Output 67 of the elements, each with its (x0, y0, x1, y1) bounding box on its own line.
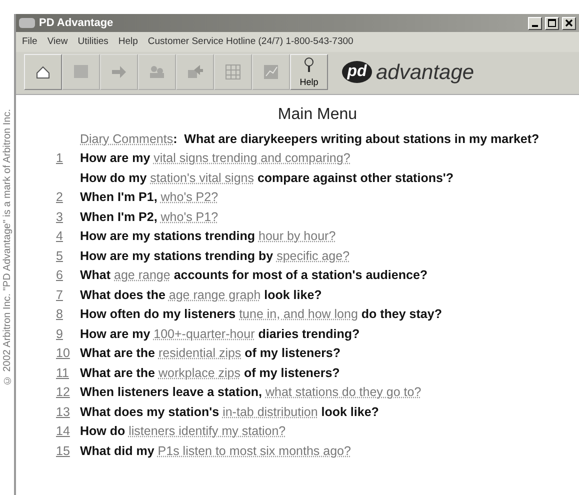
app-icon (19, 18, 35, 28)
question-link[interactable]: age range graph (168, 288, 261, 302)
item-number[interactable]: 7 (56, 286, 80, 304)
menu-heading: Main Menu (276, 105, 358, 126)
menu-question: How are my vital signs trending and comparing? (80, 150, 350, 168)
toolbar-button[interactable]: Help (290, 54, 328, 90)
question-link[interactable]: tune in, and how long (239, 307, 358, 322)
question-link[interactable]: age range (114, 268, 170, 282)
menu-question: What age range accounts for most of a station's audience? (80, 267, 428, 284)
item-number[interactable]: 3 (56, 208, 80, 226)
toolbar-button[interactable] (24, 54, 62, 90)
menu-question: What are the workplace zips of my listeners? (80, 364, 340, 382)
item-number[interactable]: 10 (56, 344, 80, 363)
question-link[interactable]: in-tab distribution (222, 404, 318, 419)
item-number[interactable]: 4 (56, 227, 80, 246)
question-link[interactable]: station's vital signs (150, 170, 254, 185)
menu-question: How do my station's vital signs compare against other stations'? (80, 170, 454, 187)
item-number[interactable]: 15 (56, 442, 80, 460)
menu-question: What does the age range graph look like? (80, 286, 322, 304)
question-link[interactable]: Diary Comments (80, 132, 174, 146)
question-link[interactable]: listeners identify my station? (128, 424, 286, 438)
menu-question: Diary Comments: What are diarykeepers writing about stations in my market? (80, 130, 540, 148)
menu-question: What did my P1s listen to most six months ago? (80, 442, 351, 460)
item-number[interactable]: 8 (56, 305, 80, 324)
question-link[interactable]: workplace zips (158, 366, 240, 380)
brand-logo: pd advantage (342, 56, 474, 88)
menu-item[interactable]: Help (118, 35, 138, 50)
close-button[interactable] (562, 16, 576, 30)
menu-question: What does my station's in-tab distribution look like? (80, 404, 379, 421)
menu-item[interactable]: File (22, 35, 38, 50)
menu-item[interactable]: Customer Service Hotline (24/7) 1-800-543-7300 (148, 35, 354, 50)
menu-question: When I'm P2, who's P1? (80, 208, 218, 226)
item-number[interactable]: 14 (56, 422, 80, 441)
question-link[interactable]: hour by hour? (258, 229, 336, 244)
item-number[interactable]: 13 (56, 402, 80, 422)
question-link[interactable]: what stations do they go to? (265, 385, 422, 400)
maximize-button[interactable] (545, 16, 559, 30)
copyright-note: © 2002 Arbitron Inc. "PD Advantage" is a mark of Arbitron Inc. (0, 109, 14, 386)
maximize-icon (548, 19, 556, 27)
item-number[interactable]: 2 (56, 188, 80, 207)
menu-question: How do listeners identify my station? (80, 423, 286, 440)
menu-question: What are the residential zips of my listeners? (80, 345, 341, 362)
menu-question: How often do my listeners tune in, and how long do they stay? (80, 306, 442, 324)
question-link[interactable]: 100+-quarter-hour (154, 326, 255, 341)
item-number[interactable]: 5 (56, 246, 80, 266)
item-number[interactable]: 1 (56, 149, 80, 168)
menu-question: How are my 100+-quarter-hour diaries trending? (80, 326, 360, 343)
question-link[interactable]: who's P2? (160, 190, 218, 204)
menu-question: How are my stations trending hour by hour? (80, 228, 336, 246)
item-number[interactable]: 12 (56, 383, 80, 402)
window-title: PD Advantage (39, 16, 114, 31)
question-link[interactable]: who's P1? (160, 210, 218, 224)
menu-question: When I'm P1, who's P2? (80, 189, 218, 206)
menu-question: How are my stations trending by specific age? (80, 248, 350, 265)
item-number[interactable]: 9 (56, 324, 80, 344)
menu-item[interactable]: View (47, 35, 68, 50)
minimize-button[interactable] (528, 16, 542, 30)
grid-icon (223, 62, 243, 82)
menu-item[interactable]: Utilities (78, 35, 108, 50)
close-icon (565, 19, 573, 27)
item-number[interactable]: 6 (56, 266, 80, 285)
question-link[interactable]: residential zips (158, 346, 242, 360)
menu-question: When listeners leave a station, what stations do they go to? (80, 384, 422, 402)
question-link[interactable]: specific age? (276, 248, 350, 263)
question-link[interactable]: vital signs trending and comparing? (154, 151, 350, 166)
question-link[interactable]: P1s listen to most six months ago? (158, 444, 351, 458)
item-number[interactable]: 11 (56, 364, 80, 382)
